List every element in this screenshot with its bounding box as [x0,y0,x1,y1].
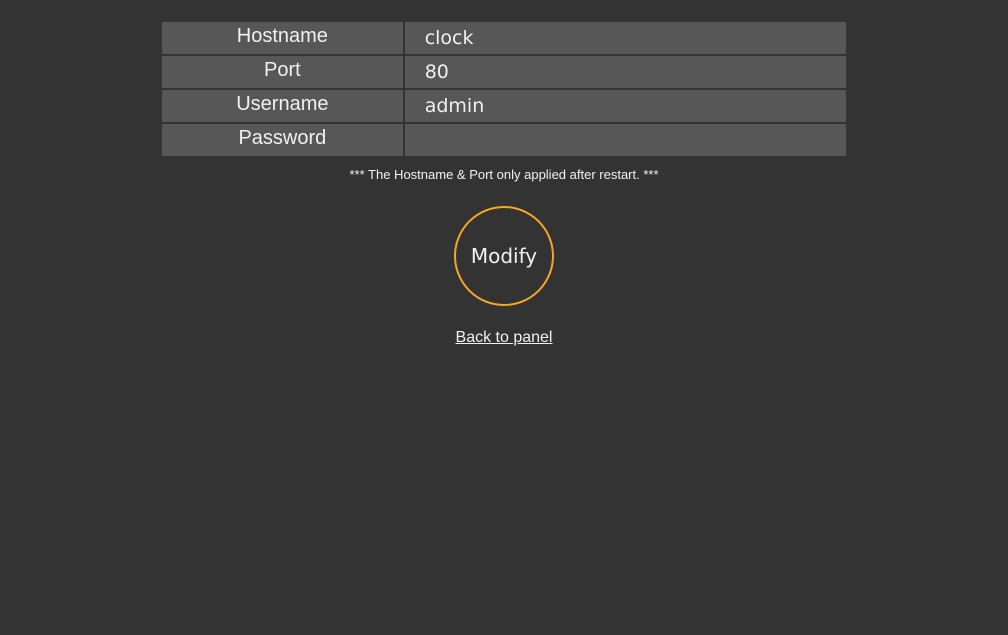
password-field-cell [404,124,846,156]
hostname-row: Hostname [162,22,846,54]
modify-button[interactable]: Modify [454,206,554,306]
password-row: Password [162,124,846,156]
settings-form: Hostname Port Username Password [160,20,848,158]
port-field-cell [404,56,846,88]
port-input[interactable] [404,56,846,88]
hostname-field-cell [404,22,846,54]
restart-note: *** The Hostname & Port only applied aft… [349,167,659,182]
username-field-cell [404,90,846,122]
port-row: Port [162,56,846,88]
hostname-label: Hostname [162,22,403,54]
username-row: Username [162,90,846,122]
password-label: Password [162,124,403,156]
back-link-container: Back to panel [0,329,1008,347]
username-input[interactable] [404,90,846,122]
back-to-panel-link[interactable]: Back to panel [456,329,553,346]
password-input[interactable] [404,124,846,156]
port-label: Port [162,56,403,88]
username-label: Username [162,90,403,122]
hostname-input[interactable] [404,22,846,54]
